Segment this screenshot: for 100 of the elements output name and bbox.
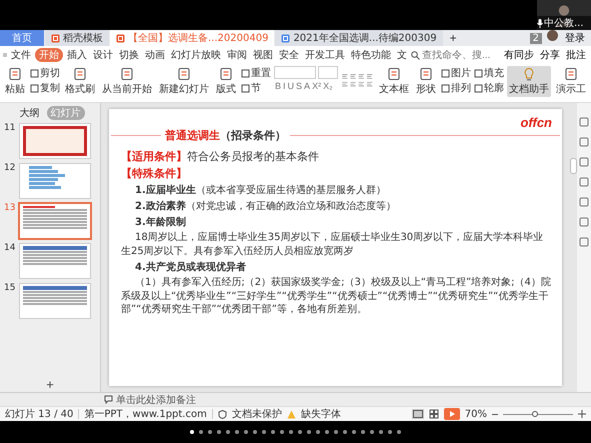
menu-tab[interactable]: 幻灯片放映 [169, 48, 223, 62]
ribbon-button[interactable]: 新建幻灯片 [157, 66, 211, 97]
page-dot[interactable] [262, 430, 266, 434]
page-dot[interactable] [271, 430, 275, 434]
slide-thumbnail[interactable] [19, 163, 91, 199]
document-tab[interactable]: 稻壳模板 [45, 30, 109, 46]
page-dot[interactable] [208, 430, 212, 434]
ribbon-button[interactable]: 剪切 [30, 66, 60, 80]
page-dot[interactable] [325, 430, 329, 434]
condition-item: 1.应届毕业生（或本省享受应届生待遇的基层服务人群） [135, 183, 387, 197]
slide-number: 11 [4, 123, 16, 133]
menu-tab[interactable]: 审阅 [225, 48, 249, 62]
normal-view-icon[interactable] [412, 409, 424, 419]
format-button[interactable]: B [274, 81, 282, 91]
assistant-button[interactable]: 文档助手 [507, 66, 551, 97]
add-slide-button[interactable]: + [0, 377, 100, 392]
lightbulb-icon [522, 67, 536, 81]
page-dot[interactable] [343, 430, 347, 434]
page-dot[interactable] [316, 430, 320, 434]
document-tab[interactable]: 2021年全国选调...待编200309 [275, 30, 443, 46]
page-dot[interactable] [370, 430, 374, 434]
condition-item: 4.共产党员或表现优异者 [135, 260, 247, 274]
play-button-icon[interactable] [444, 408, 460, 420]
page-dot[interactable] [289, 430, 293, 434]
zoom-slider-thumb[interactable] [532, 410, 538, 416]
ribbon-button[interactable]: 重置 [241, 66, 271, 80]
ribbon-button[interactable]: 从当前开始 [100, 66, 154, 97]
ribbon-button[interactable]: 排列 [441, 81, 471, 95]
panel-tab[interactable]: 大纲 [16, 106, 44, 120]
menu-tab[interactable]: 切换 [117, 48, 141, 62]
ribbon-button[interactable]: 轮廓 [474, 81, 504, 95]
menu-tab[interactable]: 视图 [251, 48, 275, 62]
ribbon-button[interactable]: 粘贴 [3, 66, 27, 97]
ribbon-button[interactable]: 版式 [214, 66, 238, 97]
document-tab[interactable]: 【全国】选调生备...20200409 [110, 30, 274, 46]
zoom-in-icon[interactable] [578, 410, 586, 418]
menu-tab[interactable]: 安全 [277, 48, 301, 62]
page-dot[interactable] [361, 430, 365, 434]
ribbon-button[interactable]: 形状 [414, 66, 438, 97]
page-dot[interactable] [190, 430, 194, 434]
page-dot[interactable] [244, 430, 248, 434]
page-dot[interactable] [235, 430, 239, 434]
menu-tab[interactable]: 文件 [9, 48, 33, 62]
condition-item: 3.年龄限制 [135, 216, 187, 229]
page-dot[interactable] [388, 430, 392, 434]
document-icon [219, 67, 233, 81]
document-icon [177, 67, 191, 81]
notes-placeholder[interactable]: 单击此处添加备注 [116, 392, 196, 406]
page-dot[interactable] [217, 430, 221, 434]
document-icon [73, 67, 87, 81]
toolbar-button[interactable]: 有同步 [502, 48, 536, 62]
body-paragraph: （1）具有参军入伍经历;（2）获国家级奖学金;（3）校级及以上“青马工程”培养对象;（4）院系级及以上“优秀毕业生”“三好学生”“优秀学生”“优秀硕士”“优秀博士”“优秀研究生”“优秀学生干部”“优秀研究生干部”“优秀团干部”等，各地有所差别。 [121, 276, 552, 316]
ribbon-button[interactable]: 图片 [441, 66, 471, 80]
protection-status[interactable]: 文档未保护 [232, 407, 282, 421]
page-dot[interactable] [352, 430, 356, 434]
page-dot[interactable] [199, 430, 203, 434]
format-button[interactable]: I [282, 81, 287, 91]
section-label: 【特殊条件】 [121, 166, 187, 181]
ribbon-button[interactable]: 文本框 [377, 66, 411, 97]
login-link[interactable]: 登录 [559, 31, 591, 45]
menu-tab[interactable]: 插入 [65, 48, 89, 62]
ribbon-button[interactable]: 格式刷 [63, 66, 97, 97]
page-dot[interactable] [379, 430, 383, 434]
document-icon [419, 67, 433, 81]
slide-thumbnail[interactable] [19, 203, 91, 239]
new-tab-button[interactable]: + [444, 30, 463, 46]
missing-fonts-link[interactable]: 缺失字体 [300, 407, 341, 421]
page-dot[interactable] [226, 430, 230, 434]
ribbon-button[interactable]: 复制 [30, 81, 60, 95]
zoom-level[interactable]: 70% [464, 408, 487, 420]
ribbon-button[interactable]: 填充 [474, 66, 504, 80]
toolbar-button[interactable]: 分享 [538, 48, 562, 62]
grid-view-icon[interactable] [428, 409, 439, 419]
scrollbar-thumb[interactable] [570, 158, 577, 174]
slide-thumbnail[interactable] [19, 243, 91, 279]
toolbar-button[interactable]: 批注 [564, 48, 588, 62]
menu-tab[interactable]: 特色功能 [349, 48, 393, 62]
page-dot[interactable] [397, 430, 401, 434]
menu-tab[interactable]: 文 [395, 48, 409, 62]
slide-thumbnail[interactable] [19, 123, 91, 159]
slide-thumbnail[interactable] [19, 283, 91, 319]
document-icon [120, 67, 134, 81]
page-dot[interactable] [334, 430, 338, 434]
menu-tab[interactable]: 动画 [143, 48, 167, 62]
slide-title: 普通选调生（招录条件） [165, 128, 286, 143]
ribbon-button[interactable]: 演示工 [554, 66, 588, 97]
ribbon-button[interactable]: 节 [241, 81, 271, 95]
body-text: 符合公务员报考的基本条件 [187, 149, 319, 164]
format-button[interactable]: A [303, 81, 312, 91]
format-button[interactable]: S [295, 81, 304, 91]
page-dot[interactable] [298, 430, 302, 434]
format-button[interactable]: U [286, 81, 296, 91]
window-count-badge: 2 [530, 32, 542, 44]
format-button[interactable]: X₂ [322, 81, 334, 91]
menu-tab[interactable]: 设计 [91, 48, 115, 62]
page-dot[interactable] [307, 430, 311, 434]
page-dot[interactable] [280, 430, 284, 434]
format-button[interactable]: X² [311, 81, 322, 91]
page-dot[interactable] [253, 430, 257, 434]
menu-tab[interactable]: 开发工具 [303, 48, 347, 62]
